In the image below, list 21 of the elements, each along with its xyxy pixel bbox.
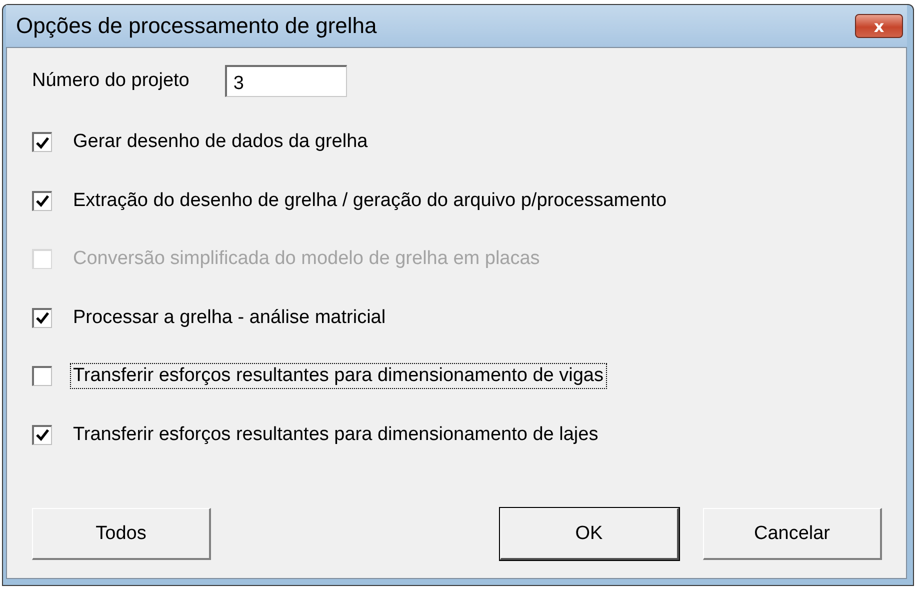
- checkbox[interactable]: [32, 132, 52, 152]
- close-button[interactable]: x: [855, 14, 903, 38]
- checkbox-label[interactable]: Transferir esforços resultantes para dimensionamento de vigas: [70, 363, 606, 390]
- project-number-label: Número do projeto: [32, 70, 190, 92]
- check-icon: [36, 136, 49, 149]
- checkbox-label[interactable]: Extração do desenho de grelha / geração do arquivo p/processamento: [70, 188, 670, 214]
- dialog-button[interactable]: Cancelar: [703, 508, 882, 560]
- checkbox[interactable]: [32, 366, 52, 386]
- check-icon: [36, 312, 49, 324]
- checkbox[interactable]: [32, 190, 52, 211]
- check-icon: [36, 429, 49, 442]
- window-title: Opções de processamento de grelha: [16, 13, 377, 39]
- dialog-button[interactable]: OK: [500, 508, 679, 560]
- checkbox-label[interactable]: Transferir esforços resultantes para dimensionamento de lajes: [70, 422, 602, 448]
- checkbox-label[interactable]: Processar a grelha - análise matricial: [70, 304, 389, 331]
- checkbox[interactable]: [32, 308, 52, 328]
- checkbox-label[interactable]: Gerar desenho de dados da grelha: [70, 129, 371, 156]
- checkbox[interactable]: [32, 424, 52, 445]
- check-icon: [36, 195, 49, 208]
- dialog-button[interactable]: Todos: [32, 508, 211, 560]
- project-number-field[interactable]: 3: [225, 65, 348, 97]
